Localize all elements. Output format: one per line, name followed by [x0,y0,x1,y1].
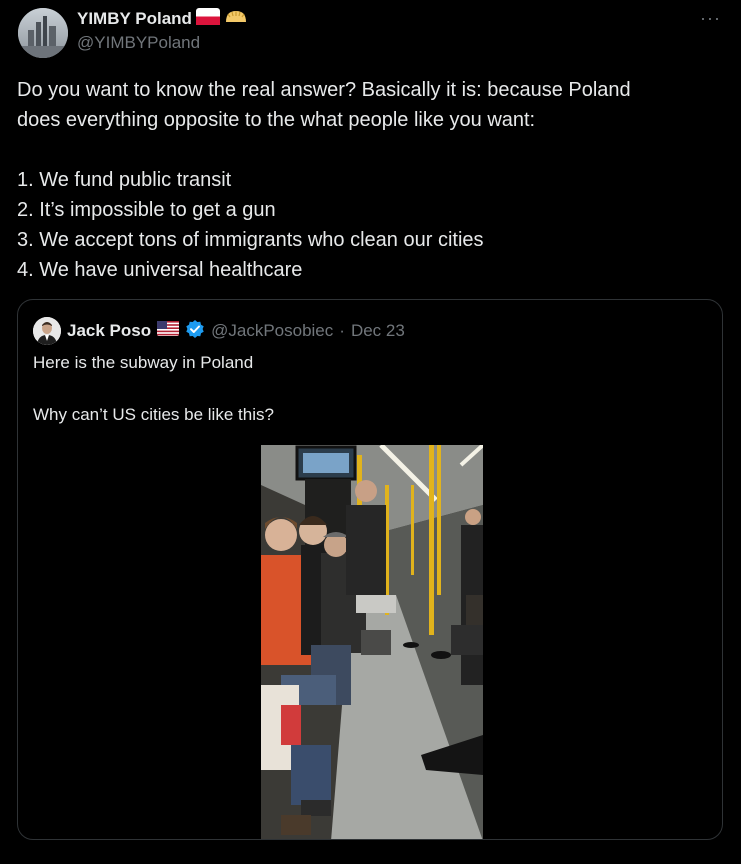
tweet-line: 4. We have universal healthcare [17,259,303,281]
quoted-date[interactable]: Dec 23 [351,321,405,341]
author-handle[interactable]: @YIMBYPoland [77,33,200,53]
more-icon[interactable]: ··· [700,8,721,29]
verified-badge-icon [185,319,205,344]
tweet-text: Do you want to know the real answer? Bas… [17,75,717,285]
tweet-line: 1. We fund public transit [17,169,232,191]
us-flag-icon [157,321,180,341]
subway-scene-image [261,445,483,839]
avatar-image [18,8,68,58]
quoted-line: Why can’t US cities be like this? [33,405,274,424]
subway-video-thumbnail[interactable] [261,445,483,839]
tweet-line: Do you want to know the real answer? Bas… [17,79,631,101]
quoted-line: Here is the subway in Poland [33,353,254,372]
quoted-text: Here is the subway in Poland Why can’t U… [33,350,693,428]
quoted-header: Jack Poso @JackPosobiec · Dec 23 [33,317,405,345]
tweet-line: 3. We accept tons of immigrants who clea… [17,229,484,251]
quoted-author-name[interactable]: Jack Poso [67,321,151,341]
separator-dot: · [339,321,345,340]
author-name[interactable]: YIMBY Poland [77,9,192,29]
quoted-author-handle[interactable]: @JackPosobiec [211,321,333,341]
pierogi-icon [224,8,248,30]
author-name-row[interactable]: YIMBY Poland [77,8,248,30]
quoted-tweet[interactable]: Jack Poso @JackPosobiec · Dec 23 Here is… [17,299,723,840]
poland-flag-icon [195,8,220,30]
quoted-avatar[interactable] [33,317,61,345]
tweet-line: 2. It’s impossible to get a gun [17,199,276,221]
author-avatar[interactable] [18,8,68,58]
tweet-line: does everything opposite to the what peo… [17,109,536,131]
